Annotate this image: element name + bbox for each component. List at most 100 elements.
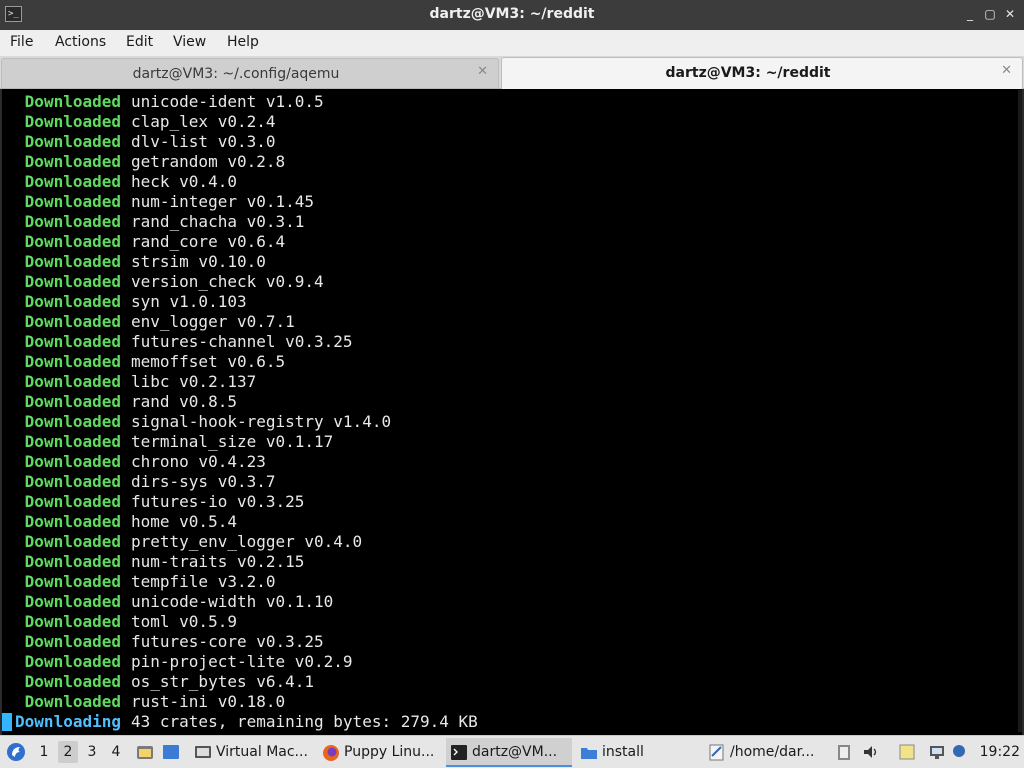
crate-name-version: pin-project-lite v0.2.9 (131, 652, 353, 671)
status-keyword: Downloaded (24, 492, 121, 511)
status-keyword: Downloaded (24, 612, 121, 631)
terminal-line: Downloaded dlv-list v0.3.0 (1, 132, 276, 152)
taskbar: 1 2 3 4 Virtual Mac... Puppy Linu... dar… (0, 735, 1024, 768)
crate-name-version: dlv-list v0.3.0 (131, 132, 276, 151)
menu-help[interactable]: Help (227, 34, 259, 50)
task-install-folder[interactable]: install (576, 738, 702, 767)
workspace-4[interactable]: 4 (106, 741, 126, 763)
status-keyword: Downloaded (24, 252, 121, 271)
status-keyword: Downloaded (24, 692, 121, 711)
terminal-line: Downloaded env_logger v0.7.1 (1, 312, 295, 332)
terminal-line: Downloaded rand v0.8.5 (1, 392, 237, 412)
status-keyword: Downloaded (24, 112, 121, 131)
crate-name-version: futures-channel v0.3.25 (131, 332, 353, 351)
tab-close-icon[interactable]: ✕ (1001, 63, 1012, 78)
task-virtual-machine[interactable]: Virtual Mac... (190, 738, 314, 767)
status-keyword: Downloaded (24, 432, 121, 451)
terminal-line: Downloaded syn v1.0.103 (1, 292, 247, 312)
tab-aqemu[interactable]: dartz@VM3: ~/.config/aqemu ✕ (1, 58, 499, 88)
virtualbox-icon (195, 746, 211, 758)
status-keyword: Downloaded (24, 652, 121, 671)
minimize-button[interactable]: _ (962, 6, 978, 22)
folder-icon (581, 748, 597, 759)
status-keyword: Downloaded (24, 292, 121, 311)
crate-name-version: syn v1.0.103 (131, 292, 247, 311)
terminal-line: Downloaded getrandom v0.2.8 (1, 152, 285, 172)
terminal-line: Downloaded signal-hook-registry v1.4.0 (1, 412, 391, 432)
file-manager-launcher-icon[interactable] (136, 743, 154, 761)
menu-edit[interactable]: Edit (126, 34, 153, 50)
volume-icon[interactable] (862, 743, 880, 761)
crate-name-version: version_check v0.9.4 (131, 272, 324, 291)
crate-name-version: signal-hook-registry v1.4.0 (131, 412, 392, 431)
status-keyword: Downloaded (24, 632, 121, 651)
status-keyword: Downloaded (24, 92, 121, 111)
task-terminal[interactable]: dartz@VM... (446, 738, 572, 767)
info-icon[interactable] (952, 743, 966, 761)
status-keyword: Downloaded (24, 272, 121, 291)
workspace-1[interactable]: 1 (34, 741, 54, 763)
crate-name-version: getrandom v0.2.8 (131, 152, 286, 171)
tab-reddit[interactable]: dartz@VM3: ~/reddit ✕ (501, 57, 1023, 89)
tab-label: dartz@VM3: ~/reddit (665, 65, 831, 81)
sticky-note-icon[interactable] (898, 743, 916, 761)
taskbar-clock[interactable]: 19:22 (980, 736, 1020, 768)
terminal-line: Downloaded home v0.5.4 (1, 512, 237, 532)
terminal-line: Downloaded futures-channel v0.3.25 (1, 332, 353, 352)
crate-name-version: strsim v0.10.0 (131, 252, 266, 271)
show-desktop-icon[interactable] (162, 743, 180, 761)
terminal-cursor (2, 713, 12, 731)
terminal-line: Downloaded chrono v0.4.23 (1, 452, 266, 472)
status-keyword: Downloading (15, 712, 121, 731)
crate-name-version: futures-io v0.3.25 (131, 492, 305, 511)
status-keyword: Downloaded (24, 572, 121, 591)
terminal-scrollbar[interactable] (1018, 90, 1022, 732)
task-label: Puppy Linu... (344, 744, 435, 760)
crate-name-version: 43 crates, remaining bytes: 279.4 KB (131, 712, 478, 731)
workspace-2[interactable]: 2 (58, 741, 78, 763)
terminal-line: Downloaded pin-project-lite v0.2.9 (1, 652, 353, 672)
tab-bar: dartz@VM3: ~/.config/aqemu ✕ dartz@VM3: … (0, 56, 1024, 89)
crate-name-version: rand_core v0.6.4 (131, 232, 286, 251)
menu-view[interactable]: View (173, 34, 206, 50)
task-label: install (602, 744, 644, 760)
clipboard-icon[interactable] (836, 743, 852, 761)
crate-name-version: rand v0.8.5 (131, 392, 237, 411)
start-menu-icon[interactable] (6, 742, 26, 762)
terminal-line: Downloading 43 crates, remaining bytes: 2… (1, 712, 478, 732)
crate-name-version: terminal_size v0.1.17 (131, 432, 334, 451)
terminal-line: Downloaded tempfile v3.2.0 (1, 572, 276, 592)
terminal-line: Downloaded memoffset v0.6.5 (1, 352, 285, 372)
status-keyword: Downloaded (24, 212, 121, 231)
menu-bar: File Actions Edit View Help (0, 30, 1024, 56)
status-keyword: Downloaded (24, 172, 121, 191)
crate-name-version: libc v0.2.137 (131, 372, 257, 391)
status-keyword: Downloaded (24, 132, 121, 151)
crate-name-version: num-integer v0.1.45 (131, 192, 315, 211)
status-keyword: Downloaded (24, 152, 121, 171)
window-titlebar[interactable]: >_ dartz@VM3: ~/reddit _ ▢ ✕ (0, 0, 1024, 30)
status-keyword: Downloaded (24, 232, 121, 251)
menu-file[interactable]: File (10, 34, 33, 50)
terminal-line: Downloaded toml v0.5.9 (1, 612, 237, 632)
status-keyword: Downloaded (24, 592, 121, 611)
status-keyword: Downloaded (24, 452, 121, 471)
crate-name-version: home v0.5.4 (131, 512, 237, 531)
terminal-line: Downloaded libc v0.2.137 (1, 372, 257, 392)
close-window-button[interactable]: ✕ (1002, 6, 1018, 22)
status-keyword: Downloaded (24, 672, 121, 691)
workspace-3[interactable]: 3 (82, 741, 102, 763)
restore-button[interactable]: ▢ (982, 6, 998, 22)
task-text-editor[interactable]: /home/dar... (704, 738, 830, 767)
tab-close-icon[interactable]: ✕ (477, 64, 488, 79)
firefox-icon (323, 745, 339, 761)
terminal-line: Downloaded clap_lex v0.2.4 (1, 112, 276, 132)
terminal-line: Downloaded dirs-sys v0.3.7 (1, 472, 276, 492)
menu-actions[interactable]: Actions (55, 34, 106, 50)
crate-name-version: rand_chacha v0.3.1 (131, 212, 305, 231)
crate-name-version: pretty_env_logger v0.4.0 (131, 532, 363, 551)
crate-name-version: env_logger v0.7.1 (131, 312, 295, 331)
task-browser[interactable]: Puppy Linu... (318, 738, 442, 767)
crate-name-version: os_str_bytes v6.4.1 (131, 672, 315, 691)
network-icon[interactable] (928, 743, 946, 761)
